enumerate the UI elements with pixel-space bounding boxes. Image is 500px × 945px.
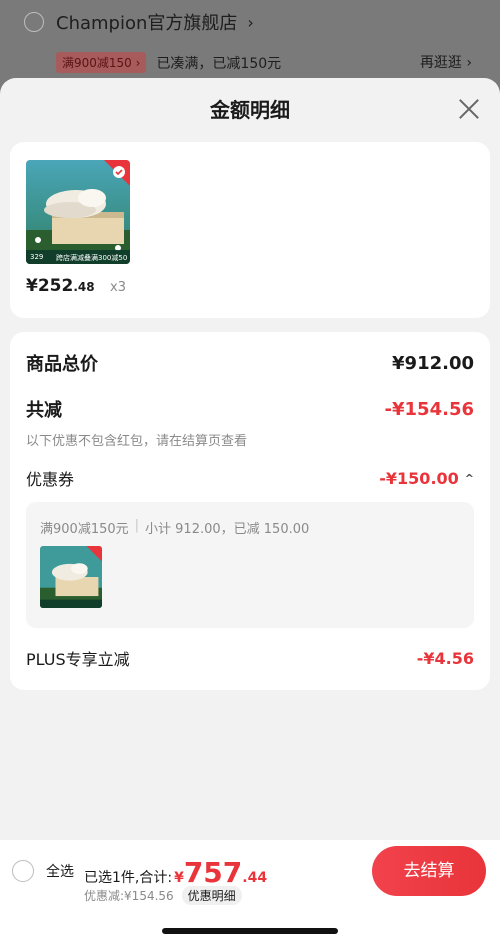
price-decimal: .48: [73, 280, 95, 294]
coupon-text: 满900减150元 | 小计 912.00，已减 150.00: [40, 518, 309, 537]
image-badge-text: 跨店满减叠满300减50: [56, 254, 128, 262]
discount-summary: 优惠减:¥154.56 优惠明细: [84, 886, 242, 905]
sheet-title: 金额明细: [210, 98, 290, 122]
plus-discount-value: -¥4.56: [416, 648, 474, 668]
product-card: 329 跨店满减叠满300减50 ¥252 .48 x3: [10, 142, 490, 318]
coupon-value-wrap[interactable]: -¥150.00 ^: [379, 469, 474, 488]
chevron-up-icon[interactable]: ^: [465, 472, 474, 485]
total-integer: 757: [183, 856, 243, 889]
total-discount-row: 共减 -¥154.56: [26, 396, 474, 422]
close-icon[interactable]: [458, 98, 480, 120]
product-image[interactable]: 329 跨店满减叠满300减50: [26, 160, 130, 264]
image-corner-text: 329: [30, 253, 44, 261]
discount-detail-button[interactable]: 优惠明细: [181, 886, 242, 905]
selected-info: 已选1件,合计:: [84, 870, 173, 886]
price-integer: ¥252: [26, 276, 74, 296]
coupon-rule: 满900减150元: [40, 522, 129, 537]
select-all-label[interactable]: 全选: [46, 861, 74, 881]
currency-symbol: ¥: [174, 870, 184, 886]
plus-discount-row: PLUS专享立减 -¥4.56: [26, 646, 474, 670]
promo-tag[interactable]: 满900减150 ›: [56, 52, 147, 73]
promo-status: 已凑满，已减150元: [156, 55, 282, 72]
divider: |: [134, 518, 140, 533]
chevron-right-icon: ›: [247, 12, 254, 32]
selected-total: 已选1件,合计: ¥ 757 .44: [84, 856, 267, 889]
goods-total-value: ¥912.00: [392, 352, 474, 374]
goods-total-row: 商品总价 ¥912.00: [26, 350, 474, 376]
shop-row: Champion官方旗舰店 ›: [24, 8, 254, 36]
coupon-product-thumbnail[interactable]: [40, 546, 102, 608]
home-indicator: [162, 928, 338, 934]
browse-more-link[interactable]: 再逛逛 ›: [420, 52, 472, 72]
coupon-detail: 小计 912.00，已减 150.00: [145, 522, 310, 537]
checkout-bar: 全选 已选1件,合计: ¥ 757 .44 优惠减:¥154.56 优惠明细 去…: [0, 840, 500, 945]
select-all-radio[interactable]: [12, 860, 34, 882]
goods-total-label: 商品总价: [26, 354, 98, 375]
product-price: ¥252 .48: [26, 276, 95, 296]
coupon-row[interactable]: 优惠券 -¥150.00 ^: [26, 466, 474, 490]
plus-discount-label: PLUS专享立减: [26, 650, 130, 669]
discount-text: 优惠减:¥154.56: [84, 889, 174, 903]
amount-detail-sheet: 金额明细 329 跨店满减叠满300减50 ¥252 .48 x3 商品总价 ¥…: [0, 78, 500, 945]
coupon-label: 优惠券: [26, 470, 75, 489]
promo-row: 满900减150 › 已凑满，已减150元: [56, 52, 476, 73]
product-quantity: x3: [110, 280, 126, 295]
total-decimal: .44: [242, 870, 268, 886]
shop-radio[interactable]: [24, 12, 44, 32]
discount-note: 以下优惠不包含红包，请在结算页查看: [26, 434, 248, 449]
coupon-value: -¥150.00: [379, 468, 459, 488]
total-discount-value: -¥154.56: [384, 398, 474, 420]
shop-name[interactable]: Champion官方旗舰店: [56, 9, 237, 35]
amount-summary-card: 商品总价 ¥912.00 共减 -¥154.56 以下优惠不包含红包，请在结算页…: [10, 332, 490, 690]
coupon-detail-box: 满900减150元 | 小计 912.00，已减 150.00: [26, 502, 474, 628]
checkout-button[interactable]: 去结算: [372, 846, 486, 896]
total-discount-label: 共减: [26, 400, 62, 421]
